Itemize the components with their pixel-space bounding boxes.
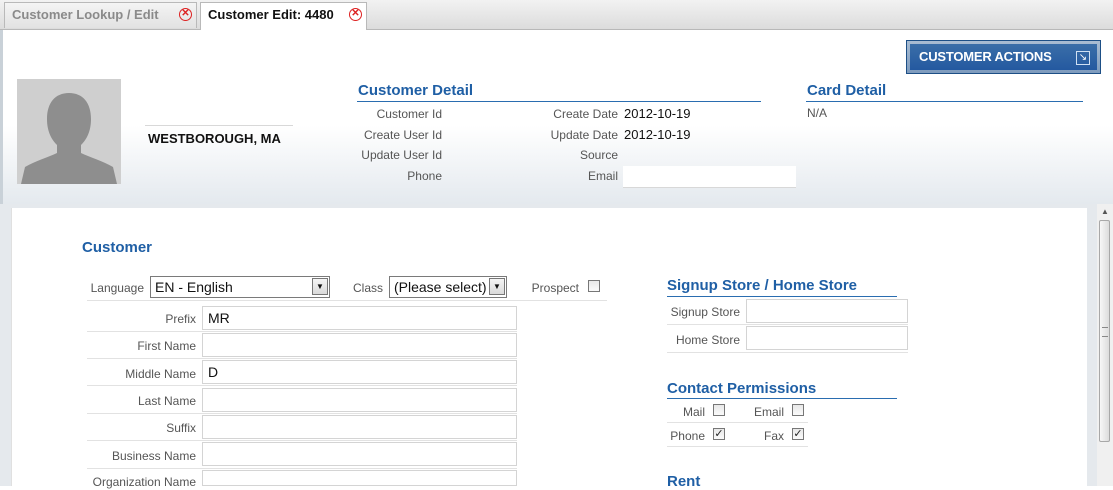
organization-name-label: Organization Name: [92, 475, 196, 489]
middle-name-input[interactable]: D: [202, 360, 517, 384]
middle-name-label: Middle Name: [125, 367, 196, 381]
customer-detail-underline: [357, 101, 761, 102]
language-select[interactable]: EN - English ▼: [150, 276, 330, 298]
last-name-input[interactable]: [202, 388, 517, 412]
chevron-down-icon[interactable]: ▼: [312, 278, 328, 295]
tab-label: Customer Lookup / Edit: [12, 7, 159, 22]
signup-store-underline: [667, 296, 897, 297]
business-name-input[interactable]: [202, 442, 517, 466]
customer-id-label: Customer Id: [376, 107, 442, 121]
tab-customer-lookup[interactable]: Customer Lookup / Edit ✕: [4, 2, 197, 28]
close-icon[interactable]: ✕: [349, 8, 362, 21]
scroll-up-icon[interactable]: ▲: [1099, 206, 1111, 218]
mail-label: Mail: [682, 405, 705, 419]
tab-customer-edit[interactable]: Customer Edit: 4480 ✕: [200, 2, 367, 30]
phone-label: Phone: [407, 169, 442, 183]
mail-checkbox[interactable]: [713, 404, 725, 416]
first-name-input[interactable]: [202, 333, 517, 357]
row-divider: [87, 468, 517, 469]
row-divider: [87, 358, 517, 359]
arrow-down-right-icon: ↘: [1076, 51, 1090, 65]
phone-permission-label: Phone: [670, 429, 705, 443]
email-permission-label: Email: [753, 405, 784, 419]
row-divider: [87, 331, 517, 332]
tab-bar: Customer Lookup / Edit ✕ Customer Edit: …: [0, 0, 1113, 30]
row-divider: [667, 352, 908, 353]
card-detail-value: N/A: [807, 106, 828, 120]
create-date-value: 2012-10-19: [624, 106, 691, 121]
person-silhouette-icon: [17, 79, 121, 184]
customer-detail-title: Customer Detail: [358, 82, 474, 99]
close-icon[interactable]: ✕: [179, 8, 192, 21]
fax-checkbox[interactable]: ✓: [792, 428, 804, 440]
customer-location: WESTBOROUGH, MA: [148, 131, 281, 146]
first-name-label: First Name: [137, 339, 196, 353]
create-user-id-label: Create User Id: [363, 128, 442, 142]
scroll-thumb[interactable]: [1099, 220, 1110, 442]
home-store-label: Home Store: [675, 333, 740, 347]
row-divider: [87, 385, 517, 386]
update-date-label: Update Date: [550, 128, 618, 142]
contact-permissions-title: Contact Permissions: [667, 380, 817, 397]
language-label: Language: [90, 281, 144, 295]
update-date-value: 2012-10-19: [624, 127, 691, 142]
create-date-label: Create Date: [553, 107, 618, 121]
source-label: Source: [579, 148, 618, 162]
card-detail-underline: [806, 101, 1083, 102]
home-store-input[interactable]: [746, 326, 908, 350]
business-name-label: Business Name: [111, 449, 196, 463]
row-divider: [667, 422, 808, 423]
chevron-down-icon[interactable]: ▼: [489, 278, 505, 295]
customer-actions-button[interactable]: CUSTOMER ACTIONS ↘: [906, 40, 1101, 74]
email-permission-checkbox[interactable]: [792, 404, 804, 416]
rent-title: Rent: [667, 473, 701, 490]
suffix-input[interactable]: [202, 415, 517, 439]
prefix-label: Prefix: [165, 312, 196, 326]
row-divider: [667, 446, 808, 447]
row-divider: [87, 413, 517, 414]
contact-permissions-underline: [667, 398, 897, 399]
organization-name-input[interactable]: [202, 470, 517, 486]
row-divider: [87, 440, 517, 441]
class-label: Class: [352, 281, 383, 295]
suffix-label: Suffix: [166, 421, 196, 435]
row-divider: [87, 300, 607, 301]
signup-store-label: Signup Store: [670, 305, 740, 319]
email-label: Email: [587, 169, 618, 183]
customer-form-title: Customer: [82, 239, 153, 256]
email-value-field: [623, 166, 796, 188]
signup-store-input[interactable]: [746, 299, 908, 323]
prospect-checkbox[interactable]: [588, 280, 600, 292]
customer-actions-label: CUSTOMER ACTIONS: [910, 44, 1097, 70]
language-selected: EN - English: [155, 279, 233, 295]
prefix-input[interactable]: MR: [202, 306, 517, 330]
prospect-label: Prospect: [531, 281, 579, 295]
fax-label: Fax: [763, 429, 784, 443]
signup-store-title: Signup Store / Home Store: [667, 277, 858, 294]
phone-permission-checkbox[interactable]: ✓: [713, 428, 725, 440]
customer-name-field: [145, 103, 293, 126]
avatar: [17, 79, 121, 184]
row-divider: [667, 324, 908, 325]
grip-icon: [1102, 327, 1108, 337]
update-user-id-label: Update User Id: [361, 148, 442, 162]
card-detail-title: Card Detail: [807, 82, 887, 99]
class-selected: (Please select): [394, 279, 487, 295]
last-name-label: Last Name: [137, 394, 196, 408]
vertical-scrollbar[interactable]: ▲: [1097, 204, 1113, 486]
class-select[interactable]: (Please select) ▼: [389, 276, 507, 298]
tab-label: Customer Edit: 4480: [208, 7, 334, 22]
